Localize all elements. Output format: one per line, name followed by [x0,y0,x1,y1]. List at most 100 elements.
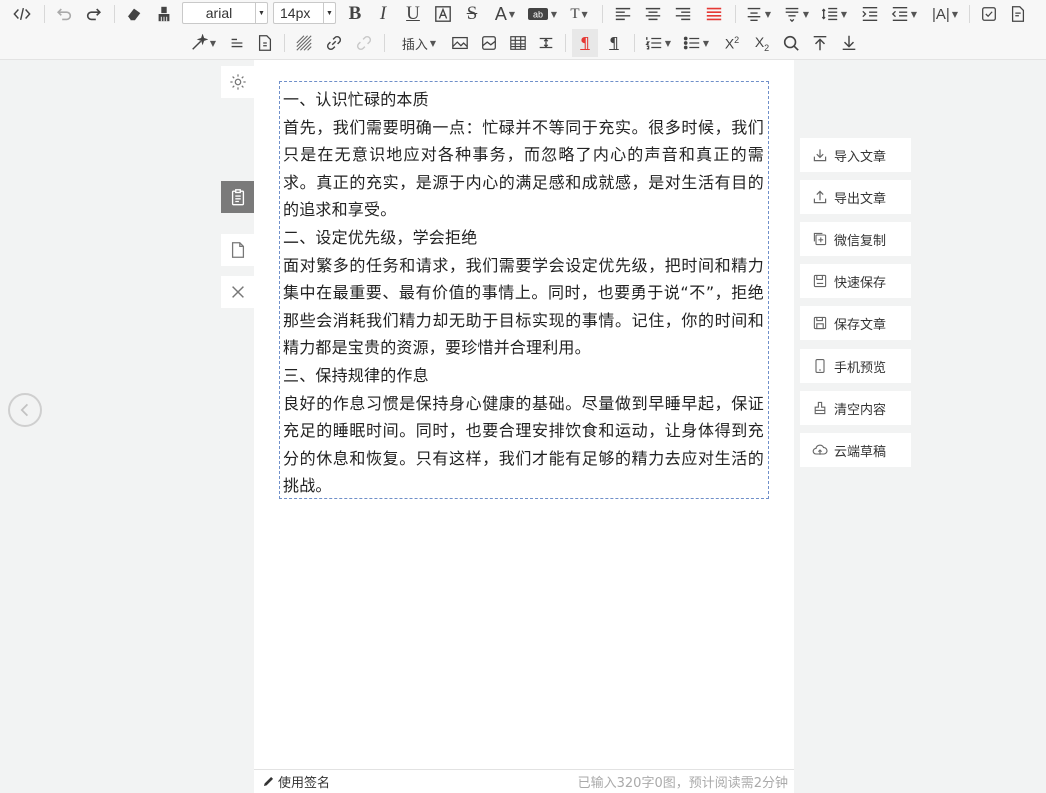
format-painter-button[interactable] [152,0,176,28]
search-icon [783,35,799,51]
collapse-panel-button[interactable] [8,393,42,427]
italic-icon: I [379,3,387,24]
magic-wand-icon [192,34,208,50]
align-left-button[interactable] [611,0,635,28]
italic-button[interactable]: I [372,0,394,28]
spacing-bottom-icon [785,7,799,23]
toolbar-separator [969,5,970,23]
text-format-icon: T [570,5,580,22]
align-justify-button[interactable] [701,0,727,28]
new-document-button[interactable] [221,234,254,266]
article-heading-2: 二、设定优先级，学会拒绝 [283,227,478,247]
subscript-button[interactable]: X2 [750,29,774,57]
save-article-button[interactable]: 保存文章 [800,306,911,340]
paragraph-mark-button[interactable]: ¶ [602,29,626,57]
letter-spacing-button[interactable]: |A| ▼ [928,0,962,28]
chevron-down-icon: ▼ [550,9,558,19]
chevron-left-icon [20,403,29,417]
gear-icon [229,74,246,90]
pilcrow-icon: ¶ [609,34,619,52]
template-button[interactable] [1007,0,1029,28]
pilcrow-red-icon: ¶ [580,34,590,52]
ordered-list-button[interactable]: ▼ [642,29,674,57]
editor-canvas[interactable]: 一、认识忙碌的本质 首先，我们需要明确一点：忙碌并不等同于充实。很多时候，我们只… [254,60,794,793]
font-color-icon: A [494,3,507,24]
unordered-list-button[interactable]: ▼ [680,29,712,57]
article-paragraph-1: 首先，我们需要明确一点：忙碌并不等同于充实。很多时候，我们只是在无意识地应对各种… [283,117,764,220]
horizontal-rule-button[interactable] [292,29,316,57]
checklist-button[interactable] [978,0,1000,28]
chevron-down-icon: ▼ [429,38,437,48]
quick-save-button[interactable]: 快速保存 [800,264,911,298]
use-signature-button[interactable]: 使用签名 [262,772,330,791]
spacer-button[interactable] [535,29,557,57]
typeset-button[interactable] [226,29,248,57]
align-center-button[interactable] [641,0,665,28]
toolbar-separator [384,34,385,52]
phone-icon [815,359,825,373]
magic-format-button[interactable]: ▼ [188,29,218,57]
align-right-button[interactable] [671,0,695,28]
undo-button[interactable] [52,0,76,28]
font-size-select[interactable]: 14px ▼ [273,2,336,24]
border-text-button[interactable] [432,0,454,28]
text-indent-button[interactable]: T ▼ [564,0,594,28]
table-button[interactable] [506,29,530,57]
toolbar-separator [565,34,566,52]
clear-content-button[interactable]: 清空内容 [800,391,911,425]
outdent-button[interactable]: ▼ [888,0,920,28]
redo-button[interactable] [82,0,106,28]
ordered-list-icon [645,37,662,50]
image-icon [452,36,468,50]
chevron-down-icon: ▼ [910,9,918,19]
strikethrough-button[interactable]: S [460,0,484,28]
close-panel-button[interactable] [221,276,254,308]
link-button[interactable] [322,29,346,57]
insert-before-button[interactable] [808,29,832,57]
wechat-copy-button[interactable]: 微信复制 [800,222,911,256]
superscript-button[interactable]: X2 [720,29,744,57]
paragraph-after-button[interactable]: ▼ [780,0,812,28]
search-replace-button[interactable] [779,29,803,57]
settings-button[interactable] [221,66,254,98]
bold-button[interactable]: B [344,0,366,28]
letter-spacing-icon: |A| [932,5,950,23]
mobile-preview-button[interactable]: 手机预览 [800,349,911,383]
font-color-button[interactable]: A ▼ [490,0,520,28]
checkbox-icon [982,7,996,21]
import-article-button[interactable]: 导入文章 [800,138,911,172]
paragraph-mark-active-button[interactable]: ¶ [572,29,598,57]
chevron-down-icon: ▼ [323,3,335,23]
svg-text:ab: ab [533,10,543,20]
page-format-button[interactable] [254,29,276,57]
chevron-down-icon: ▼ [581,9,588,19]
background-color-button[interactable]: ab ▼ [526,0,558,28]
article-content[interactable]: 一、认识忙碌的本质 首先，我们需要明确一点：忙碌并不等同于充实。很多时候，我们只… [279,81,769,499]
copy-icon [813,232,827,246]
indent-button[interactable] [858,0,882,28]
paragraph-spacing-button[interactable]: ▼ [742,0,774,28]
underline-button[interactable]: U [402,0,424,28]
boxed-a-icon [435,6,451,22]
line-height-button[interactable]: ▼ [818,0,850,28]
image-button[interactable] [448,29,472,57]
chevron-down-icon: ▼ [951,9,958,19]
insert-menu-button[interactable]: 插入 ▼ [396,29,442,57]
typeset-icon [231,38,243,48]
cloud-draft-button[interactable]: 云端草稿 [800,433,911,467]
source-code-button[interactable] [8,0,36,28]
cloud-draft-label: 云端草稿 [834,444,887,460]
insert-after-button[interactable] [837,29,861,57]
export-article-button[interactable]: 导出文章 [800,180,911,214]
clipboard-button[interactable] [221,181,254,213]
bold-icon: B [348,3,362,24]
gallery-button[interactable] [477,29,501,57]
toolbar-separator [634,34,635,52]
insert-label: 插入 [401,37,428,53]
unlink-button[interactable] [352,29,376,57]
chevron-down-icon: ▼ [508,9,516,19]
superscript-icon: X2 [724,34,740,52]
font-family-select[interactable]: arial ▼ [182,2,268,24]
eraser-button[interactable] [122,0,146,28]
import-article-label: 导入文章 [834,149,887,165]
